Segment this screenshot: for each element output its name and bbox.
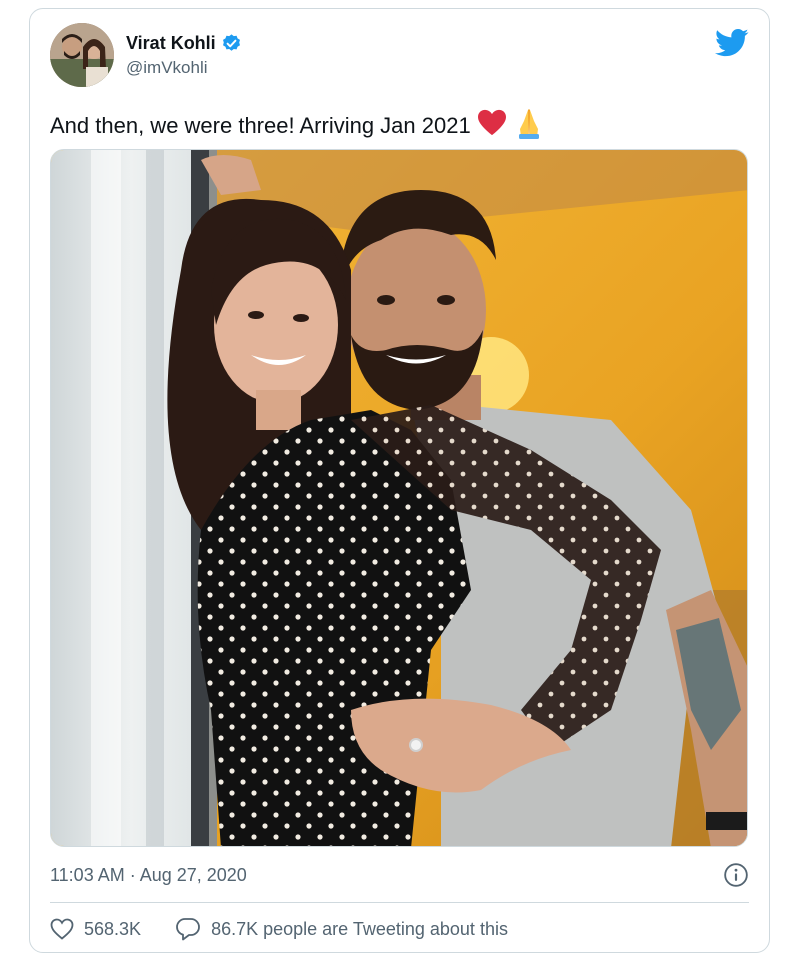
- like-button[interactable]: 568.3K: [50, 918, 141, 940]
- info-icon[interactable]: [723, 862, 749, 888]
- display-name[interactable]: Virat Kohli: [126, 33, 216, 54]
- divider: [50, 902, 749, 903]
- author-names: Virat Kohli @imVkohli: [126, 33, 242, 78]
- likes-count: 568.3K: [84, 918, 142, 939]
- conversation-link[interactable]: 86.7K people are Tweeting about this: [175, 917, 508, 941]
- author-handle[interactable]: @imVkohli: [126, 58, 242, 78]
- tweet-meta: 11:03 AM · Aug 27, 2020: [50, 861, 749, 889]
- tweet-timestamp[interactable]: 11:03 AM · Aug 27, 2020: [50, 865, 247, 886]
- tweet-actions: 568.3K 86.7K people are Tweeting about t…: [50, 913, 542, 945]
- tweet-photo[interactable]: [50, 149, 748, 847]
- heart-outline-icon: [50, 918, 74, 940]
- tweet-text-content: And then, we were three! Arriving Jan 20…: [50, 113, 471, 138]
- tweet-text: And then, we were three! Arriving Jan 20…: [50, 107, 545, 145]
- twitter-bird-icon[interactable]: [715, 28, 749, 58]
- conversation-text: 86.7K people are Tweeting about this: [211, 918, 508, 939]
- tweet-card: Virat Kohli @imVkohli And then, we were …: [29, 8, 770, 953]
- tweet-header: Virat Kohli @imVkohli: [50, 23, 242, 87]
- avatar[interactable]: [50, 23, 114, 87]
- speech-bubble-icon: [176, 918, 200, 941]
- name-row: Virat Kohli: [126, 33, 242, 54]
- folded-hands-icon: [513, 107, 545, 145]
- verified-badge-icon: [221, 33, 242, 54]
- red-heart-icon: [477, 109, 507, 143]
